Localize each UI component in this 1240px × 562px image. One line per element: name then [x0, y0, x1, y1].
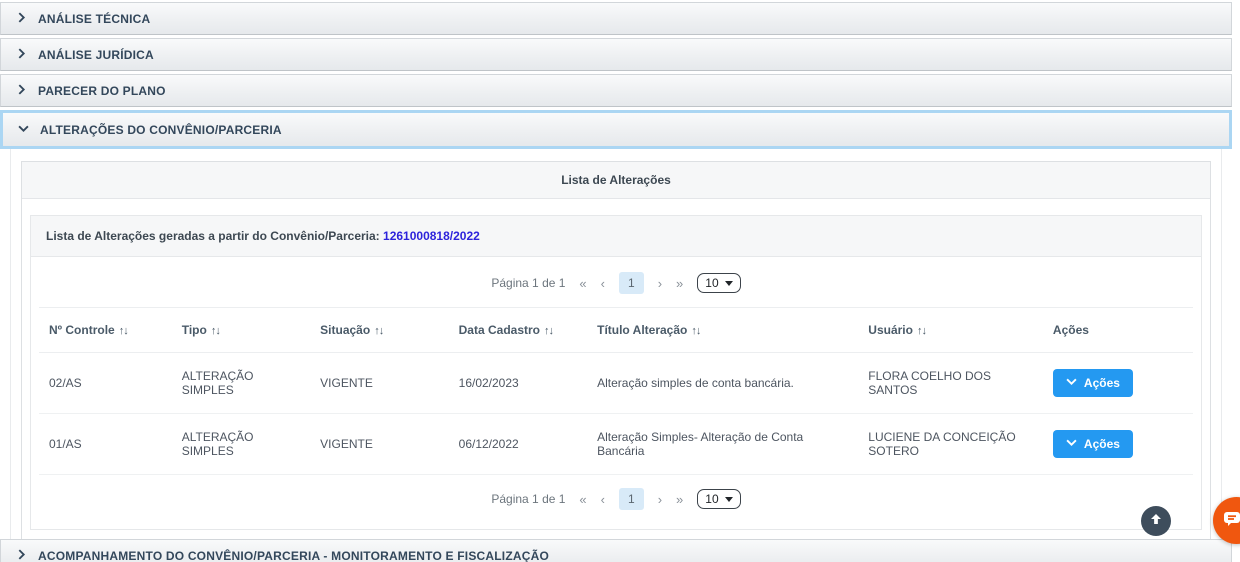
alteracoes-table: Nº Controle↑↓ Tipo↑↓ Situação↑↓ Data Cad…	[39, 307, 1193, 475]
cell-tipo: ALTERAÇÃO SIMPLES	[172, 353, 310, 414]
first-page-button[interactable]: «	[579, 492, 586, 507]
cell-situacao: VIGENTE	[310, 414, 448, 475]
chevron-right-icon	[16, 547, 27, 562]
chevron-right-icon	[16, 82, 27, 100]
cell-data-cadastro: 06/12/2022	[449, 414, 587, 475]
row-acoes-button[interactable]: Ações	[1053, 430, 1133, 458]
chevron-right-icon	[16, 46, 27, 64]
accordion-acompanhamento-wrap: ACOMPANHAMENTO DO CONVÊNIO/PARCERIA - MO…	[0, 539, 1232, 562]
card-body: Lista de Alterações geradas a partir do …	[22, 199, 1210, 562]
accordion-label: ANÁLISE JURÍDICA	[38, 48, 154, 62]
lista-alteracoes-card: Lista de Alterações Lista de Alterações …	[21, 161, 1211, 562]
prev-page-button[interactable]: ‹	[601, 492, 605, 507]
cell-situacao: VIGENTE	[310, 353, 448, 414]
alteracoes-section-body: Lista de Alterações Lista de Alterações …	[10, 149, 1222, 562]
prev-page-button[interactable]: ‹	[601, 276, 605, 291]
cell-titulo: Alteração simples de conta bancária.	[587, 353, 858, 414]
table-row: 02/AS ALTERAÇÃO SIMPLES VIGENTE 16/02/20…	[39, 353, 1193, 414]
caret-down-icon	[725, 497, 733, 502]
col-header-titulo: Título Alteração↑↓	[587, 308, 858, 353]
col-header-tipo: Tipo↑↓	[172, 308, 310, 353]
page-size-select[interactable]: 10	[697, 273, 740, 293]
chevron-right-icon	[16, 10, 27, 28]
cell-tipo: ALTERAÇÃO SIMPLES	[172, 414, 310, 475]
next-page-button[interactable]: ›	[658, 276, 662, 291]
accordion-label: ANÁLISE TÉCNICA	[38, 12, 150, 26]
table-row: 01/AS ALTERAÇÃO SIMPLES VIGENTE 06/12/20…	[39, 414, 1193, 475]
page-size-value: 10	[705, 492, 718, 506]
cell-controle: 02/AS	[39, 353, 172, 414]
col-header-usuario: Usuário↑↓	[858, 308, 1043, 353]
caret-down-icon	[725, 281, 733, 286]
alteracoes-panel: Lista de Alterações geradas a partir do …	[30, 215, 1202, 530]
sort-icon[interactable]: ↑↓	[119, 325, 128, 337]
page-size-select[interactable]: 10	[697, 489, 740, 509]
accordion-parecer-plano[interactable]: PARECER DO PLANO	[0, 74, 1232, 107]
sort-icon[interactable]: ↑↓	[917, 325, 926, 337]
col-header-data-cadastro: Data Cadastro↑↓	[449, 308, 587, 353]
page-size-value: 10	[705, 276, 718, 290]
current-page-badge[interactable]: 1	[619, 272, 644, 294]
panel-body: Página 1 de 1 « ‹ 1 › » 10	[31, 257, 1201, 529]
next-page-button[interactable]: ›	[658, 492, 662, 507]
arrow-up-icon	[1148, 511, 1164, 532]
panel-subtitle: Lista de Alterações geradas a partir do …	[46, 229, 380, 243]
page: ANÁLISE TÉCNICA ANÁLISE JURÍDICA PARECER…	[0, 0, 1232, 562]
col-header-acoes: Ações	[1043, 308, 1193, 353]
pagination-label: Página 1 de 1	[491, 276, 565, 290]
chat-icon	[1222, 508, 1240, 533]
cell-data-cadastro: 16/02/2023	[449, 353, 587, 414]
accordion-alteracoes-header[interactable]: ALTERAÇÕES DO CONVÊNIO/PARCERIA	[3, 113, 1229, 146]
accordion-acompanhamento[interactable]: ACOMPANHAMENTO DO CONVÊNIO/PARCERIA - MO…	[0, 539, 1232, 562]
current-page-badge[interactable]: 1	[619, 488, 644, 510]
sort-icon[interactable]: ↑↓	[374, 325, 383, 337]
cell-usuario: FLORA COELHO DOS SANTOS	[858, 353, 1043, 414]
card-title: Lista de Alterações	[22, 162, 1210, 199]
row-acoes-button[interactable]: Ações	[1053, 369, 1133, 397]
chevron-down-icon	[1066, 437, 1077, 451]
pagination-top: Página 1 de 1 « ‹ 1 › » 10	[39, 272, 1193, 294]
chevron-down-icon	[18, 121, 29, 139]
panel-header: Lista de Alterações geradas a partir do …	[31, 216, 1201, 257]
cell-usuario: LUCIENE DA CONCEIÇÃO SOTERO	[858, 414, 1043, 475]
table-header-row: Nº Controle↑↓ Tipo↑↓ Situação↑↓ Data Cad…	[39, 308, 1193, 353]
accordion-analise-tecnica[interactable]: ANÁLISE TÉCNICA	[0, 2, 1232, 35]
convenio-link[interactable]: 1261000818/2022	[383, 229, 480, 243]
accordion-label: ACOMPANHAMENTO DO CONVÊNIO/PARCERIA - MO…	[38, 549, 549, 562]
col-header-situacao: Situação↑↓	[310, 308, 448, 353]
accordion-analise-juridica[interactable]: ANÁLISE JURÍDICA	[0, 38, 1232, 71]
col-header-controle: Nº Controle↑↓	[39, 308, 172, 353]
last-page-button[interactable]: »	[676, 276, 683, 291]
pagination-label: Página 1 de 1	[491, 492, 565, 506]
sort-icon[interactable]: ↑↓	[691, 325, 700, 337]
sort-icon[interactable]: ↑↓	[544, 325, 553, 337]
chevron-down-icon	[1066, 376, 1077, 390]
last-page-button[interactable]: »	[676, 492, 683, 507]
cell-controle: 01/AS	[39, 414, 172, 475]
pagination-bottom: Página 1 de 1 « ‹ 1 › » 10	[39, 488, 1193, 510]
accordion-label: ALTERAÇÕES DO CONVÊNIO/PARCERIA	[40, 123, 282, 137]
scroll-to-top-button[interactable]	[1141, 506, 1171, 536]
first-page-button[interactable]: «	[579, 276, 586, 291]
cell-titulo: Alteração Simples- Alteração de Conta Ba…	[587, 414, 858, 475]
accordion-alteracoes-expanded: ALTERAÇÕES DO CONVÊNIO/PARCERIA	[0, 110, 1232, 149]
sort-icon[interactable]: ↑↓	[211, 325, 220, 337]
accordion-label: PARECER DO PLANO	[38, 84, 166, 98]
